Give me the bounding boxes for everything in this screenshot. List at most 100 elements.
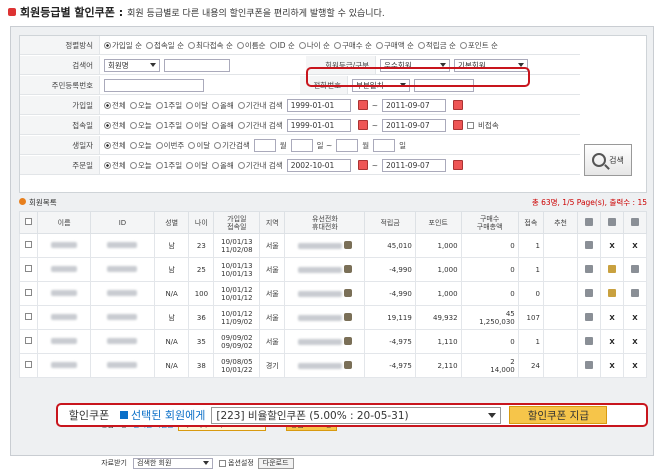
row-checkbox[interactable]	[25, 361, 33, 368]
column-header[interactable]: ID	[89, 211, 155, 234]
edit-icon[interactable]	[585, 288, 594, 297]
sort-option[interactable]: 나이 순	[298, 40, 330, 51]
order-option[interactable]: 오늘	[129, 160, 152, 171]
phone-icon[interactable]	[344, 312, 353, 321]
access-option[interactable]: 1주일	[155, 120, 182, 131]
issue-coupon-button[interactable]: 할인쿠폰 지급	[509, 406, 608, 424]
memo-x-mark[interactable]: X	[609, 314, 614, 322]
calendar-icon[interactable]	[453, 100, 464, 110]
delete-x-mark[interactable]: X	[632, 362, 637, 370]
noaccess-checkbox[interactable]	[467, 121, 475, 129]
access-option[interactable]: 전체	[104, 120, 126, 131]
table-row[interactable]: 남 23 10/01/13 11/02/08 서울 45,010 1,000 0 1 X X	[18, 233, 648, 258]
column-header[interactable]: 지역	[259, 211, 286, 234]
delete-icon[interactable]	[630, 288, 639, 297]
order-option[interactable]: 이달	[186, 160, 208, 171]
sort-option[interactable]: 적립금 순	[417, 40, 456, 51]
memo-icon[interactable]	[608, 288, 617, 297]
column-header[interactable]: 가입일 접속일	[213, 211, 261, 234]
memo-icon[interactable]	[608, 264, 617, 273]
order-option[interactable]: 전체	[104, 160, 126, 171]
phone-icon[interactable]	[344, 264, 353, 273]
memo-x-mark[interactable]: X	[609, 338, 614, 346]
join-option[interactable]: 이달	[186, 100, 208, 111]
row-checkbox[interactable]	[25, 241, 33, 248]
access-option[interactable]: 올해	[212, 120, 234, 131]
order-option[interactable]: 1주일	[155, 160, 182, 171]
birth-month-from[interactable]	[253, 138, 276, 152]
column-header[interactable]: 이름	[37, 211, 91, 234]
sort-option[interactable]: 구매수 순	[333, 40, 372, 51]
keyword-input[interactable]	[164, 58, 230, 72]
row-checkbox[interactable]	[25, 313, 33, 320]
row-checkbox[interactable]	[25, 337, 33, 344]
column-header[interactable]: 구매수 구매총액	[460, 211, 519, 234]
phone-icon[interactable]	[344, 288, 353, 297]
access-option[interactable]: 기간내 검색	[237, 120, 283, 131]
column-header[interactable]: 추천	[542, 211, 579, 234]
table-row[interactable]: 남 25 10/01/13 10/01/13 서울 -4,990 1,000 0 1	[18, 257, 648, 282]
birth-option[interactable]: 기간검색	[214, 140, 250, 151]
access-to-input[interactable]: 2011-09-07	[382, 118, 447, 132]
sort-option[interactable]: 포인트 순	[459, 40, 498, 51]
calendar-icon[interactable]	[357, 120, 368, 130]
sort-option[interactable]: 이름순	[236, 40, 266, 51]
join-option[interactable]: 1주일	[155, 100, 182, 111]
birth-option[interactable]: 이번주	[155, 140, 184, 151]
join-option[interactable]: 기간내 검색	[237, 100, 283, 111]
option-checkbox[interactable]	[219, 459, 226, 467]
download-select[interactable]: 검색한 회원	[133, 457, 213, 469]
keyword-type-select[interactable]: 회원명	[104, 58, 160, 72]
jumin-input[interactable]	[104, 78, 204, 92]
calendar-icon[interactable]	[453, 120, 464, 130]
column-header[interactable]: 성별	[153, 211, 190, 234]
birth-option[interactable]: 전체	[104, 140, 126, 151]
edit-icon[interactable]	[585, 360, 594, 369]
delete-x-mark[interactable]: X	[632, 242, 637, 250]
calendar-icon[interactable]	[357, 160, 368, 170]
edit-icon[interactable]	[585, 312, 594, 321]
join-to-input[interactable]: 2011-09-07	[382, 98, 447, 112]
edit-icon[interactable]	[585, 264, 594, 273]
order-to-input[interactable]: 2011-09-07	[382, 158, 447, 172]
column-header[interactable]: 포인트	[414, 211, 462, 234]
order-from-input[interactable]: 2002-10-01	[286, 158, 351, 172]
access-option[interactable]: 오늘	[129, 120, 152, 131]
join-option[interactable]: 올해	[212, 100, 234, 111]
delete-icon[interactable]	[630, 264, 639, 273]
phone-icon[interactable]	[344, 240, 353, 249]
column-header[interactable]: 접속	[517, 211, 544, 234]
calendar-icon[interactable]	[453, 160, 464, 170]
search-button[interactable]: 검색	[584, 144, 632, 176]
join-option[interactable]: 전체	[104, 100, 126, 111]
sort-option[interactable]: 접속일 순	[145, 40, 184, 51]
memo-x-mark[interactable]: X	[609, 362, 614, 370]
birth-option[interactable]: 오늘	[129, 140, 152, 151]
row-checkbox[interactable]	[25, 265, 33, 272]
table-row[interactable]: N/A 100 10/01/12 10/01/12 서울 -4,990 1,000 0 0	[18, 281, 648, 306]
table-row[interactable]: 남 36 10/01/12 11/09/02 서울 19,119 49,932 45 1,…	[18, 305, 648, 330]
calendar-icon[interactable]	[357, 100, 368, 110]
birth-month-to[interactable]	[336, 138, 359, 152]
sort-option[interactable]: 가입일 순	[104, 40, 142, 51]
delete-x-mark[interactable]: X	[632, 338, 637, 346]
column-header[interactable]: 나이	[188, 211, 215, 234]
select-all-checkbox[interactable]	[25, 218, 33, 225]
edit-icon[interactable]	[585, 336, 594, 345]
phone-icon[interactable]	[344, 360, 353, 369]
memo-x-mark[interactable]: X	[609, 242, 614, 250]
sort-option[interactable]: 최다접속 순	[187, 40, 233, 51]
birth-day-to[interactable]	[373, 138, 396, 152]
birth-day-from[interactable]	[290, 138, 313, 152]
sort-option[interactable]: 구매액 순	[375, 40, 414, 51]
column-header[interactable]: 적립금	[364, 211, 416, 234]
table-row[interactable]: N/A 38 09/08/05 10/01/22 경기 -4,975 2,110 2 14…	[18, 353, 648, 378]
delete-x-mark[interactable]: X	[632, 314, 637, 322]
order-option[interactable]: 올해	[212, 160, 234, 171]
birth-option[interactable]: 이달	[188, 140, 210, 151]
coupon-select[interactable]: [223] 비율할인쿠폰 (5.00% : 20-05-31)	[211, 406, 502, 424]
phone-icon[interactable]	[344, 336, 353, 345]
table-row[interactable]: N/A 35 09/09/02 09/09/02 서울 -4,975 1,110 0 1 X X	[18, 329, 648, 354]
download-button[interactable]: 다운로드	[257, 457, 294, 469]
access-option[interactable]: 이달	[186, 120, 208, 131]
